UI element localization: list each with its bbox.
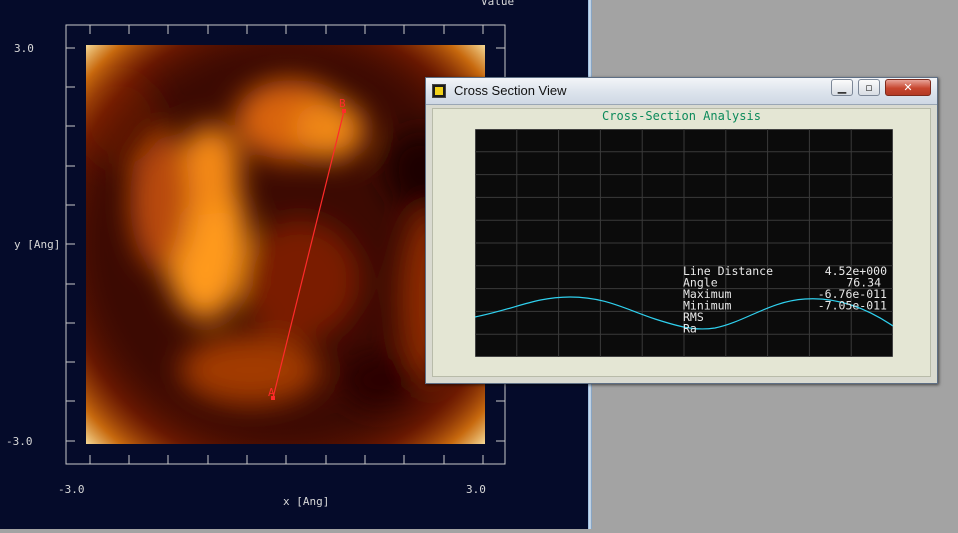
x-min-label: -3.0: [58, 483, 85, 496]
ra-label: Ra: [683, 322, 697, 336]
window-client-area: Cross-Section Analysis Line Distance 4.5…: [432, 108, 931, 377]
window-titlebar[interactable]: Cross Section View ▁ ▫ ✕: [426, 78, 937, 105]
y-axis-label: y [Ang]: [14, 238, 60, 251]
value-label: Value: [481, 0, 514, 8]
window-title: Cross Section View: [454, 83, 567, 98]
point-a-label: A: [268, 386, 275, 399]
app-icon: [432, 84, 446, 98]
y-min-label: -3.0: [6, 435, 33, 448]
minimize-button[interactable]: ▁: [831, 79, 853, 96]
maximize-button[interactable]: ▫: [858, 79, 880, 96]
x-axis-label: x [Ang]: [283, 495, 329, 508]
analysis-heading: Cross-Section Analysis: [602, 109, 761, 123]
cross-section-graph: Line Distance 4.52e+000 Angle 76.34 Maxi…: [475, 129, 893, 357]
point-b-label: B: [339, 97, 346, 110]
x-max-label: 3.0: [466, 483, 486, 496]
minimum-value: -7.05e-011: [818, 299, 887, 313]
y-max-label: 3.0: [14, 42, 34, 55]
cross-section-window: Cross Section View ▁ ▫ ✕ Cross-Section A…: [425, 77, 938, 384]
close-button[interactable]: ✕: [885, 79, 931, 96]
